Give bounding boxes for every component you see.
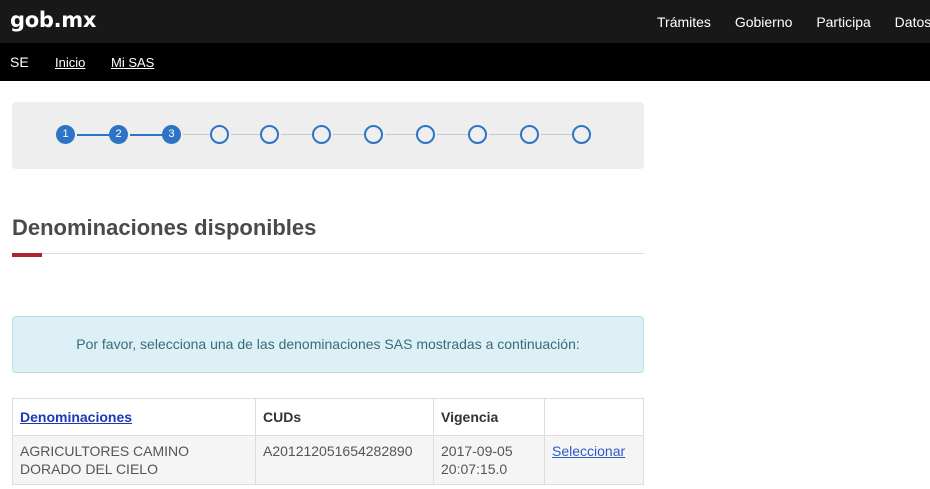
progress-stepper: 1 2 3 [12, 102, 644, 169]
step-8 [416, 125, 435, 144]
cell-vigencia: 2017-09-05 20:07:15.0 [433, 435, 545, 485]
link-mi-sas[interactable]: Mi SAS [111, 55, 154, 70]
sub-navigation: SE Inicio Mi SAS [0, 43, 930, 81]
column-header-vigencia: Vigencia [433, 398, 545, 436]
step-2: 2 [109, 125, 128, 144]
column-header-action [544, 398, 644, 436]
step-4 [210, 125, 229, 144]
step-1: 1 [56, 125, 75, 144]
nav-gobierno[interactable]: Gobierno [735, 14, 793, 30]
cell-denominacion: AGRICULTORES CAMINO DORADO DEL CIELO [12, 435, 256, 485]
step-connector [183, 134, 211, 135]
column-header-cuds: CUDs [255, 398, 434, 436]
cell-action: Seleccionar [544, 435, 644, 485]
step-11 [572, 125, 591, 144]
nav-datos[interactable]: Datos [895, 14, 930, 30]
table-header-row: Denominaciones CUDs Vigencia [12, 398, 644, 436]
title-accent-bar [12, 253, 42, 257]
step-7 [364, 125, 383, 144]
denominations-table: Denominaciones CUDs Vigencia AGRICULTORE… [12, 398, 644, 485]
step-connector [130, 134, 164, 136]
nav-participa[interactable]: Participa [816, 14, 870, 30]
section-label: SE [10, 54, 29, 70]
select-link[interactable]: Seleccionar [552, 443, 625, 459]
step-connector [437, 134, 469, 135]
top-navigation: Trámites Gobierno Participa Datos [657, 14, 930, 30]
title-divider [12, 253, 644, 254]
page-title: Denominaciones disponibles [12, 215, 317, 240]
nav-tramites[interactable]: Trámites [657, 14, 711, 30]
step-9 [468, 125, 487, 144]
cell-cud: A201212051654282890 [255, 435, 434, 485]
info-alert: Por favor, selecciona una de las denomin… [12, 316, 644, 373]
step-10 [520, 125, 539, 144]
step-6 [312, 125, 331, 144]
step-connector [77, 134, 111, 136]
step-3: 3 [162, 125, 181, 144]
link-inicio[interactable]: Inicio [55, 55, 85, 70]
step-5 [260, 125, 279, 144]
step-connector [385, 134, 417, 135]
step-connector [281, 134, 313, 135]
step-connector [489, 134, 521, 135]
gobmx-logo[interactable]: gob.mx [10, 8, 96, 32]
step-connector [333, 134, 365, 135]
step-connector [231, 134, 261, 135]
top-header: gob.mx Trámites Gobierno Participa Datos [0, 0, 930, 43]
table-row: AGRICULTORES CAMINO DORADO DEL CIELO A20… [12, 435, 644, 485]
column-header-denominaciones[interactable]: Denominaciones [12, 398, 256, 436]
step-connector [541, 134, 573, 135]
